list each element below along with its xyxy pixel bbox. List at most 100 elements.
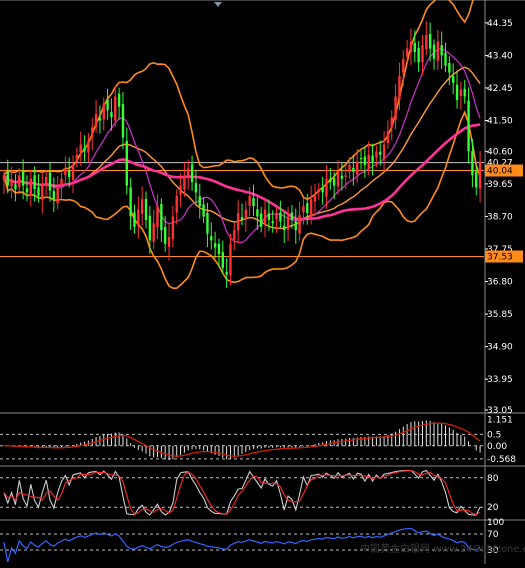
candle-body: [125, 141, 128, 186]
candle-body: [309, 199, 313, 217]
candle-body: [329, 178, 332, 183]
candle-body: [283, 225, 286, 231]
price-tick-label: 41.50: [487, 116, 513, 126]
price-tick-label: 33.95: [487, 375, 513, 385]
candle-body: [256, 209, 259, 217]
candle-body: [137, 209, 140, 226]
candle-body: [217, 243, 221, 255]
candle-body: [263, 209, 267, 225]
candle-body: [371, 155, 374, 162]
candle-body: [302, 206, 305, 213]
candle-body: [332, 178, 336, 186]
candle-body: [260, 213, 263, 227]
candle-body: [313, 195, 317, 202]
rsi-tick-label: 100: [487, 518, 504, 528]
candle-body: [271, 221, 274, 224]
candle-body: [71, 165, 75, 181]
candle-body: [144, 199, 148, 220]
candle-body: [325, 178, 328, 197]
candle-body: [413, 42, 416, 52]
candle-body: [398, 75, 401, 100]
candle-body: [363, 156, 367, 166]
candle-body: [87, 141, 90, 153]
candle-body: [167, 236, 171, 247]
candle-body: [2, 175, 6, 181]
price-tick-label: 35.85: [487, 310, 513, 320]
candle-body: [175, 195, 178, 213]
candle-body: [455, 84, 459, 100]
candle-body: [68, 170, 71, 178]
watermark-text: 中国黄金白银网 www.24Goldzone.com: [360, 542, 525, 555]
candle-body: [244, 209, 248, 219]
candle-body: [21, 172, 25, 186]
candle-body: [148, 215, 152, 241]
candle-body: [187, 168, 190, 176]
candle-body: [14, 184, 17, 190]
macd-histogram-group: [7, 420, 481, 460]
rsi-tick-label: 70: [487, 530, 499, 540]
candle-body: [275, 212, 278, 220]
price-tick-label: 36.80: [487, 278, 513, 288]
candle-body: [432, 44, 436, 59]
candle-body: [286, 216, 290, 230]
price-tick-label: 34.90: [487, 343, 513, 353]
candle-body: [6, 171, 9, 186]
candle-body: [221, 252, 224, 268]
candle-body: [194, 182, 198, 193]
candle-body: [340, 175, 344, 179]
candle-body: [390, 117, 393, 128]
candle-body: [44, 177, 48, 187]
candle-body: [405, 48, 409, 57]
candle-body: [290, 212, 294, 220]
candle-body: [409, 41, 413, 53]
candle-body: [183, 175, 186, 190]
price-tick-label: 42.45: [487, 84, 513, 94]
price-level-label: 37.53: [487, 253, 513, 263]
candle-body: [37, 187, 40, 196]
price-tick-label: 39.65: [487, 180, 513, 190]
candle-body: [336, 171, 340, 187]
candle-body: [352, 167, 355, 172]
candle-body: [236, 212, 240, 231]
candle-body: [386, 130, 390, 144]
candle-body: [29, 178, 32, 195]
price-tick-label: 43.40: [487, 51, 513, 61]
candle-body: [375, 151, 378, 158]
candle-body: [25, 188, 29, 193]
candle-body: [379, 151, 382, 155]
price-level-label: 40.04: [487, 167, 513, 177]
candle-body: [421, 45, 424, 63]
candle-body: [233, 230, 236, 240]
stoch-main-line: [3, 469, 481, 516]
macd-tick-label: 0.5: [487, 430, 501, 440]
candle-body: [478, 161, 482, 189]
chart-canvas: 44.3543.4042.4541.5040.6039.6538.7037.75…: [0, 0, 525, 564]
candle-body: [60, 178, 63, 186]
candle-body: [213, 243, 217, 248]
candle-body: [156, 206, 159, 227]
candle-body: [64, 168, 67, 176]
candle-body: [160, 203, 163, 231]
candle-body: [75, 154, 79, 162]
candle-body: [48, 172, 52, 191]
candle-body: [367, 154, 370, 169]
candle-body: [425, 34, 428, 50]
top-scroll-marker: [214, 2, 222, 7]
candle-body: [267, 213, 271, 220]
candle-body: [179, 185, 182, 195]
candle-body: [298, 214, 301, 234]
candle-body: [18, 175, 21, 187]
candle-body: [114, 96, 117, 121]
candle-body: [102, 103, 105, 120]
candle-body: [402, 58, 405, 73]
chart-root: 44.35 43.40 42.45 41.50 40.60 39.65 38.70 37.75…: [0, 0, 525, 564]
price-tick-label: 38.70: [487, 212, 513, 222]
candle-body: [110, 112, 113, 118]
candle-body: [321, 187, 324, 193]
candles-group: [2, 21, 482, 289]
stoch-signal-line: [3, 470, 481, 516]
candle-body: [133, 212, 136, 227]
candle-body: [382, 144, 386, 159]
candle-body: [164, 227, 167, 244]
candle-body: [152, 223, 155, 242]
